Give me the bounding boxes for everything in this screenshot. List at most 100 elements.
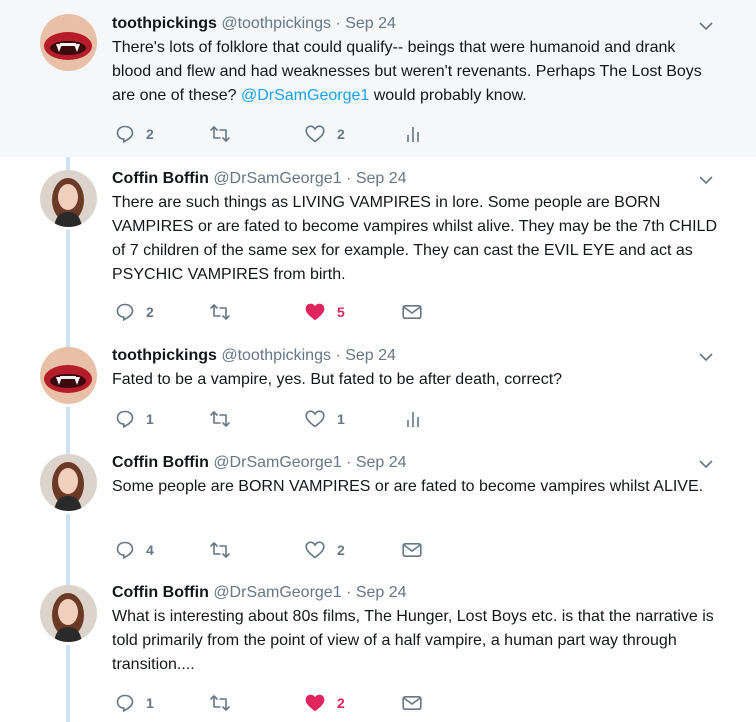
user-handle[interactable]: @DrSamGeorge1 [213,454,341,471]
tweet-actions: 4 2 [112,538,442,562]
woman-avatar-image [40,170,97,227]
tweet-actions: 1 1 [112,407,442,431]
tweet[interactable]: Coffin Boffin @DrSamGeorge1 · Sep 24 The… [0,157,756,337]
heart-icon [305,125,325,143]
tweet-text: Fated to be a vampire, yes. But fated to… [112,371,563,388]
reply-count: 1 [146,411,154,427]
retweet-button[interactable] [209,122,231,146]
chevron-down-icon[interactable] [698,456,714,472]
retweet-button[interactable] [209,300,231,324]
like-count: 2 [337,695,345,711]
reply-icon [116,541,134,559]
woman-avatar-image [40,454,97,511]
heart-filled-icon [305,694,325,712]
chevron-down-icon[interactable] [698,18,714,34]
analytics-icon [407,127,419,142]
display-name[interactable]: toothpickings [112,15,217,32]
reply-icon [116,303,134,321]
tweet-date[interactable]: Sep 24 [356,584,407,601]
display-name[interactable]: Coffin Boffin [112,584,209,601]
like-button[interactable]: 1 [305,407,345,431]
reply-button[interactable]: 4 [116,538,154,562]
separator: · [335,15,341,32]
retweet-icon [210,542,230,558]
avatar[interactable] [40,585,97,642]
reply-count: 2 [146,126,154,142]
tweet[interactable]: Coffin Boffin @DrSamGeorge1 · Sep 24 Wha… [0,575,756,722]
tweet-text-part: would probably know. [369,87,527,104]
tweet[interactable]: toothpickings @toothpickings · Sep 24 Fa… [0,337,756,444]
retweet-button[interactable] [209,538,231,562]
tweet-date[interactable]: Sep 24 [356,170,407,187]
like-button[interactable]: 2 [305,122,345,146]
analytics-icon [407,412,419,427]
tweet-header: toothpickings @toothpickings · Sep 24 [112,346,396,366]
tweet[interactable]: Coffin Boffin @DrSamGeorge1 · Sep 24 Som… [0,444,756,575]
reply-button[interactable]: 1 [116,407,154,431]
reply-button[interactable]: 2 [116,300,154,324]
analytics-button[interactable] [405,407,421,431]
tweet-text: There are such things as LIVING VAMPIRES… [112,194,717,283]
lips-avatar-image [40,14,97,71]
reply-icon [116,410,134,428]
user-handle[interactable]: @toothpickings [221,15,331,32]
tweet-text: There's lots of folklore that could qual… [112,36,717,108]
mention-link[interactable]: @DrSamGeorge1 [241,87,369,104]
heart-icon [305,541,325,559]
display-name[interactable]: Coffin Boffin [112,170,209,187]
avatar[interactable] [40,170,97,227]
retweet-icon [210,411,230,427]
avatar[interactable] [40,347,97,404]
retweet-button[interactable] [209,691,231,715]
retweet-icon [210,304,230,320]
display-name[interactable]: toothpickings [112,347,217,364]
retweet-icon [210,695,230,711]
message-icon [402,304,422,319]
like-count: 1 [337,411,345,427]
like-count: 2 [337,542,345,558]
lips-avatar-image [40,347,97,404]
tweet-actions: 1 2 [112,691,442,715]
tweet-date[interactable]: Sep 24 [356,454,407,471]
like-button[interactable]: 2 [305,691,345,715]
like-count: 5 [337,304,345,320]
reply-count: 2 [146,304,154,320]
separator: · [346,584,352,601]
separator: · [346,454,352,471]
user-handle[interactable]: @DrSamGeorge1 [213,584,341,601]
heart-icon [305,410,325,428]
user-handle[interactable]: @DrSamGeorge1 [213,170,341,187]
direct-message-button[interactable] [402,691,422,715]
woman-avatar-image [40,585,97,642]
direct-message-button[interactable] [402,538,422,562]
avatar[interactable] [40,454,97,511]
tweet-text: Some people are BORN VAMPIRES or are fat… [112,478,704,495]
message-icon [402,542,422,557]
tweet-date[interactable]: Sep 24 [345,15,396,32]
analytics-button[interactable] [405,122,421,146]
message-icon [402,695,422,710]
tweet-date[interactable]: Sep 24 [345,347,396,364]
separator: · [335,347,341,364]
reply-button[interactable]: 2 [116,122,154,146]
tweet[interactable]: toothpickings @toothpickings · Sep 24 Th… [0,0,756,157]
tweet-header: Coffin Boffin @DrSamGeorge1 · Sep 24 [112,583,407,603]
reply-count: 4 [146,542,154,558]
reply-icon [116,694,134,712]
reply-count: 1 [146,695,154,711]
tweet-header: toothpickings @toothpickings · Sep 24 [112,14,396,34]
tweet-actions: 2 5 [112,300,442,324]
user-handle[interactable]: @toothpickings [221,347,331,364]
chevron-down-icon[interactable] [698,172,714,188]
reply-button[interactable]: 1 [116,691,154,715]
like-button[interactable]: 5 [305,300,345,324]
tweet-actions: 2 2 [112,122,442,146]
direct-message-button[interactable] [402,300,422,324]
display-name[interactable]: Coffin Boffin [112,454,209,471]
avatar[interactable] [40,14,97,71]
tweet-header: Coffin Boffin @DrSamGeorge1 · Sep 24 [112,169,407,189]
like-button[interactable]: 2 [305,538,345,562]
chevron-down-icon[interactable] [698,349,714,365]
retweet-icon [210,126,230,142]
retweet-button[interactable] [209,407,231,431]
